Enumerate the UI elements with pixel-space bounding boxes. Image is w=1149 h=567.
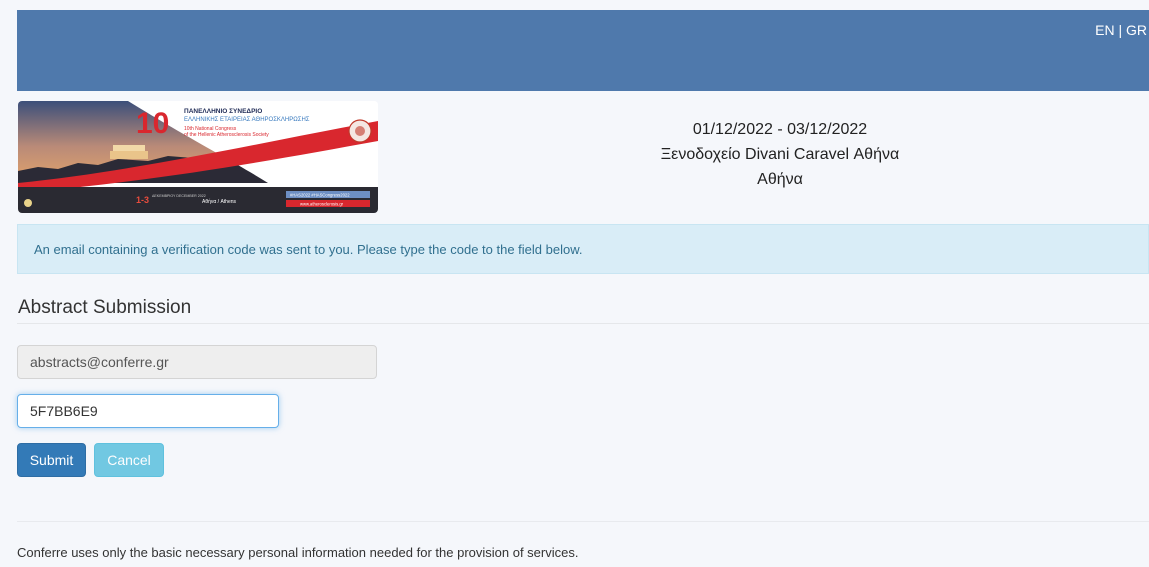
lang-separator: | xyxy=(1118,22,1123,38)
banner-website: www.atherosclerosis.gr xyxy=(300,202,344,207)
page-title: Abstract Submission xyxy=(18,297,192,318)
banner-dates: 1-3 xyxy=(136,195,149,205)
event-venue: Ξενοδοχείο Divani Caravel Αθήνα xyxy=(660,146,900,163)
top-header-bar: EN | GR xyxy=(17,10,1149,91)
title-divider xyxy=(17,323,1149,324)
banner-big-number: 10 xyxy=(136,107,169,140)
congress-banner-graphic: 10 ΠΑΝΕΛΛΗΝΙΟ ΣΥΝΕΔΡΙΟ ΕΛΛΗΝΙΚΗΣ ΕΤΑΙΡΕΙ… xyxy=(18,101,378,213)
privacy-notice: Conferre uses only the basic necessary p… xyxy=(17,545,579,560)
event-city: Αθήνα xyxy=(757,171,803,188)
banner-title-line4: of the Hellenic Atherosclerosis Society xyxy=(184,132,269,138)
cancel-button[interactable]: Cancel xyxy=(94,443,164,477)
banner-city: Αθήνα / Athens xyxy=(202,198,237,205)
footer-divider xyxy=(17,521,1149,522)
banner-hashtag: #HAS2022 #HASCongress2022 xyxy=(290,193,350,198)
language-switcher: EN | GR xyxy=(1095,22,1147,38)
verification-alert: An email containing a verification code … xyxy=(17,224,1149,274)
congress-banner: 10 ΠΑΝΕΛΛΗΝΙΟ ΣΥΝΕΔΡΙΟ ΕΛΛΗΝΙΚΗΣ ΕΤΑΙΡΕΙ… xyxy=(18,101,378,213)
banner-month: ΔΕΚΕΜΒΡΙΟΥ DECEMBER 2022 xyxy=(152,194,206,198)
banner-title-line1: ΠΑΝΕΛΛΗΝΙΟ ΣΥΝΕΔΡΙΟ xyxy=(184,108,262,115)
lang-gr-link[interactable]: GR xyxy=(1126,22,1147,38)
banner-title-line2: ΕΛΛΗΝΙΚΗΣ ΕΤΑΙΡΕΙΑΣ ΑΘΗΡΟΣΚΛΗΡΩΣΗΣ xyxy=(184,117,310,123)
lang-en-link[interactable]: EN xyxy=(1095,22,1114,38)
verification-code-input[interactable] xyxy=(17,394,279,428)
alert-message: An email containing a verification code … xyxy=(34,241,583,257)
email-field[interactable] xyxy=(17,345,377,379)
submit-button[interactable]: Submit xyxy=(17,443,86,477)
sponsor-logo-icon xyxy=(24,199,32,207)
event-info: 01/12/2022 - 03/12/2022 Ξενοδοχείο Divan… xyxy=(560,117,1000,192)
event-dates: 01/12/2022 - 03/12/2022 xyxy=(692,121,868,138)
